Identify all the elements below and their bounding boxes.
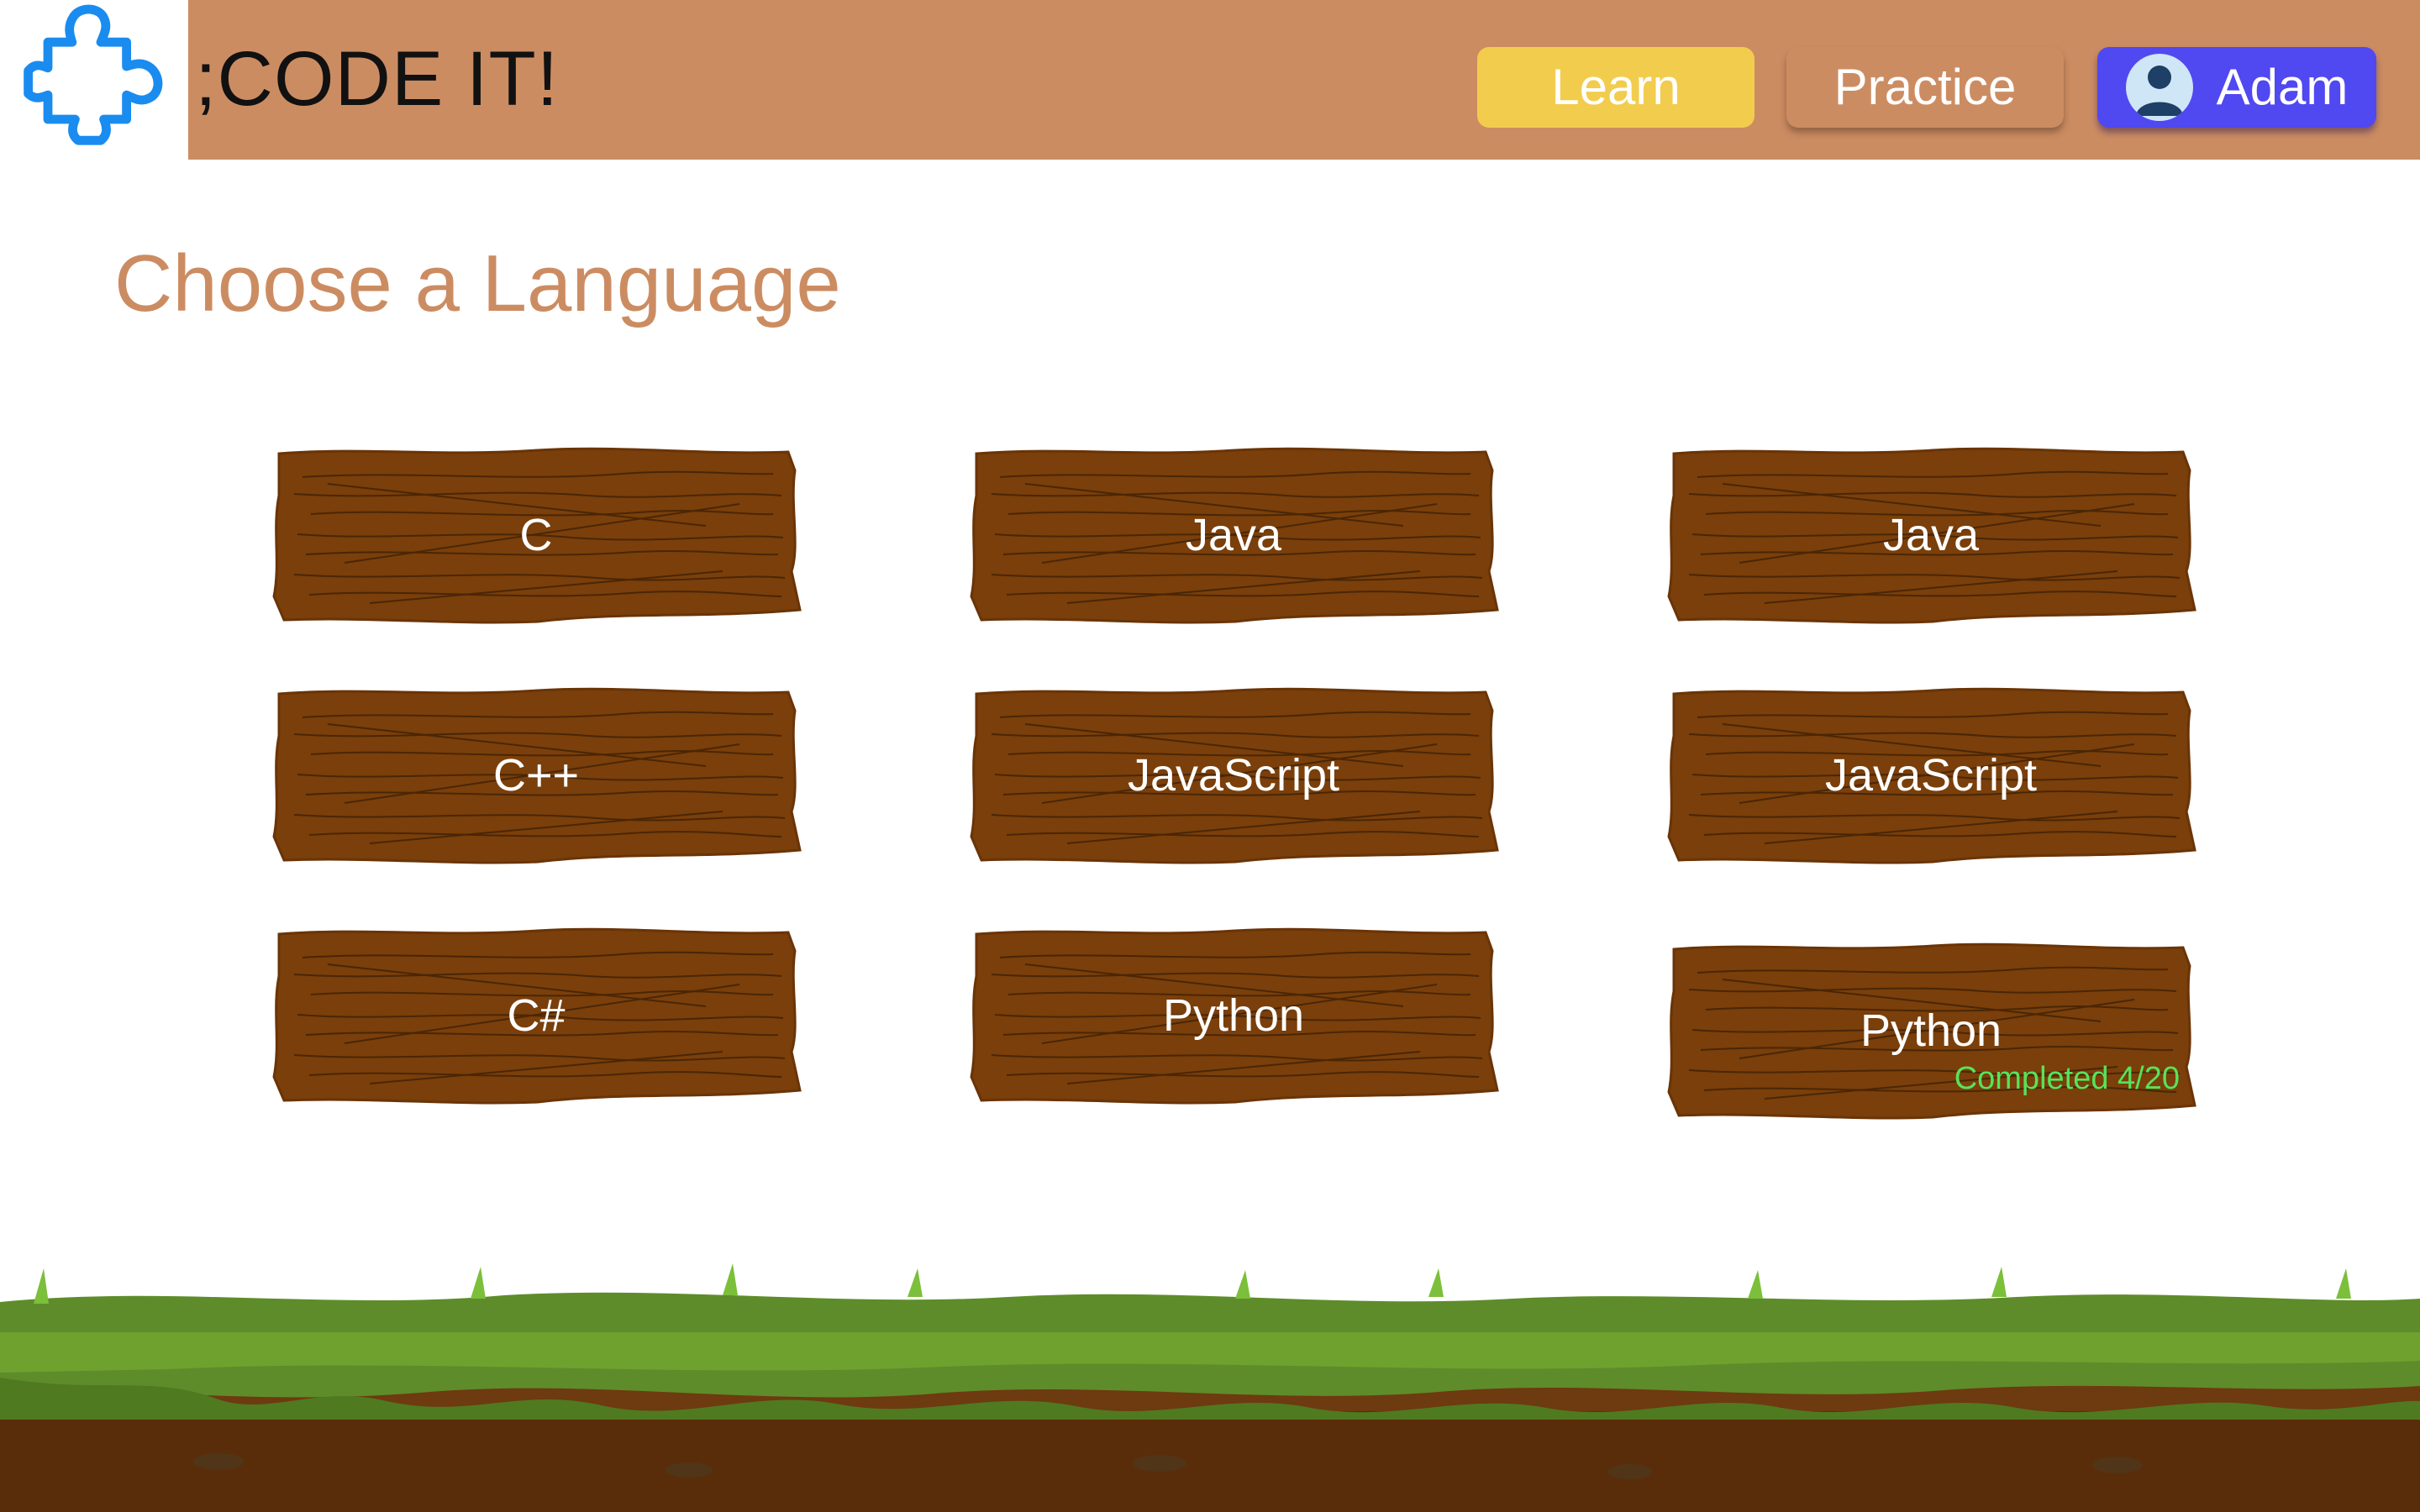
grass-ground: [0, 1263, 2420, 1512]
language-label: Java: [1185, 510, 1282, 560]
page-title: Choose a Language: [114, 239, 841, 328]
language-label: C#: [507, 990, 566, 1041]
brand-title: ;CODE IT!: [195, 36, 560, 122]
app-page: ;CODE IT! Learn Practice Adam Choose a L…: [0, 0, 2420, 1512]
language-card-python-2[interactable]: Python Completed 4/20: [1664, 941, 2198, 1121]
puzzle-piece-icon: [24, 4, 163, 145]
language-label: C++: [492, 750, 580, 801]
avatar-icon: [2125, 54, 2193, 121]
language-card-javascript-2[interactable]: JavaScript: [1664, 685, 2198, 865]
language-card-c[interactable]: C: [269, 445, 803, 625]
language-label: Python: [1162, 990, 1305, 1041]
learn-button[interactable]: Learn: [1477, 47, 1754, 128]
language-label: JavaScript: [1824, 750, 2038, 801]
language-label: JavaScript: [1127, 750, 1340, 801]
user-button[interactable]: Adam: [2097, 47, 2376, 128]
language-card-javascript[interactable]: JavaScript: [966, 685, 1501, 865]
language-label: Java: [1882, 510, 1980, 560]
user-name: Adam: [2216, 59, 2349, 115]
language-card-python[interactable]: Python: [966, 926, 1501, 1105]
language-label: C: [519, 510, 553, 560]
language-card-java[interactable]: Java: [966, 445, 1501, 625]
language-card-cpp[interactable]: C++: [269, 685, 803, 865]
logo[interactable]: [0, 0, 188, 160]
language-card-csharp[interactable]: C#: [269, 926, 803, 1105]
language-card-java-2[interactable]: Java: [1664, 445, 2198, 625]
practice-button[interactable]: Practice: [1786, 47, 2064, 128]
progress-label: Completed 4/20: [1954, 1061, 2180, 1096]
